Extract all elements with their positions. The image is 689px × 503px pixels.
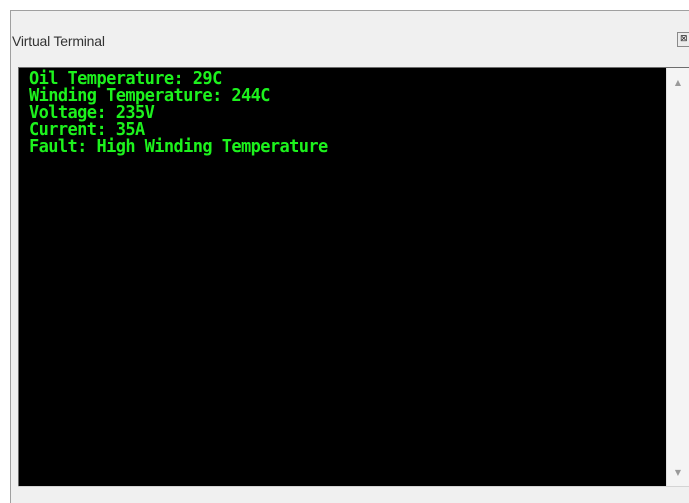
window-body: Oil Temperature: 29C Winding Temperature… <box>10 10 689 503</box>
terminal-output[interactable]: Oil Temperature: 29C Winding Temperature… <box>21 68 666 486</box>
terminal-lines: Oil Temperature: 29C Winding Temperature… <box>29 69 328 158</box>
scroll-down-arrow-icon[interactable]: ▼ <box>667 464 689 482</box>
vertical-scrollbar[interactable]: ▲ ▼ <box>666 68 689 486</box>
terminal-line-fault: Fault: High Winding Temperature <box>29 135 328 158</box>
window-bottom-edge <box>18 486 689 503</box>
scroll-up-arrow-icon[interactable]: ▲ <box>667 74 689 92</box>
